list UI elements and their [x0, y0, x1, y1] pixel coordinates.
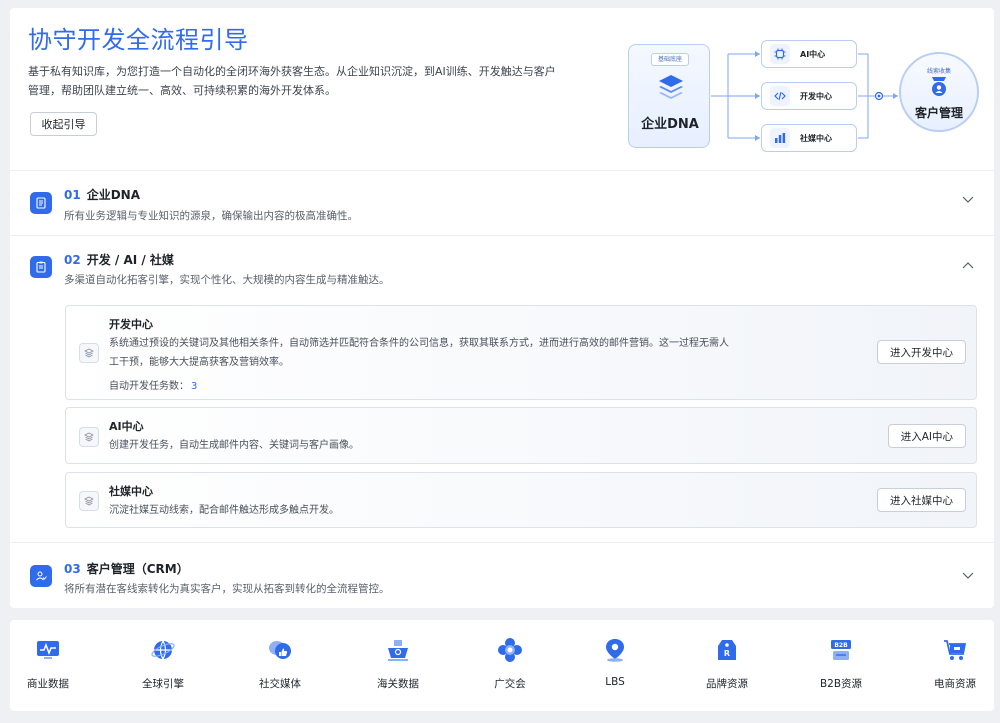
b2b-icon: B2B	[829, 638, 853, 662]
step-title: 03 客户管理（CRM）	[64, 562, 189, 576]
cart-icon	[943, 638, 967, 662]
sub-description: 沉淀社媒互动线索，配合邮件触达形成多触点开发。	[109, 505, 339, 516]
clipboard-icon	[30, 256, 52, 278]
hub-label: AI中心	[800, 49, 826, 59]
tool-label: 品牌资源	[706, 678, 748, 690]
sub-title: AI中心	[109, 420, 144, 433]
tool-lbs[interactable]: LBS	[565, 620, 665, 711]
tool-brand-resources[interactable]: R 品牌资源	[677, 620, 777, 711]
chevron-down-icon[interactable]	[962, 569, 974, 583]
globe-icon	[151, 638, 175, 662]
layers-icon	[79, 491, 99, 511]
sub-ai-center: AI中心 创建开发任务，自动生成邮件内容、关键词与客户画像。 进入AI中心	[65, 407, 977, 464]
sub-title: 开发中心	[109, 318, 153, 331]
svg-text:B2B: B2B	[834, 642, 848, 649]
tool-social-media[interactable]: 社交媒体	[230, 620, 330, 711]
guide-panel: 协守开发全流程引导 基于私有知识库，为您打造一个自动化的全闭环海外获客生态。从企…	[10, 8, 994, 608]
chevron-down-icon[interactable]	[962, 193, 974, 207]
tool-label: LBS	[605, 676, 625, 688]
bar-chart-icon	[770, 128, 790, 148]
sub-title: 社媒中心	[109, 485, 153, 498]
step-title: 01 企业DNA	[64, 188, 140, 202]
user-shield-icon	[929, 76, 949, 98]
layers-icon	[657, 73, 685, 107]
hub-label: 社媒中心	[800, 133, 832, 143]
step-dev-ai-social: 02 开发 / AI / 社媒 多渠道自动化拓客引擎，实现个性化、大规模的内容生成…	[10, 236, 994, 542]
enterprise-dna-node: 基础底座 企业DNA	[628, 44, 710, 148]
document-icon	[30, 192, 52, 214]
sub-description: 创建开发任务，自动生成邮件内容、关键词与客户画像。	[109, 440, 359, 451]
layers-icon	[79, 343, 99, 363]
enter-dev-center-button[interactable]: 进入开发中心	[877, 340, 966, 364]
sub-dev-center: 开发中心 系统通过预设的关键词及其他相关条件，自动筛选并匹配符合条件的公司信息，…	[65, 305, 977, 400]
chevron-up-icon[interactable]	[962, 258, 974, 272]
crm-node: 线索收集 客户管理	[899, 52, 979, 132]
dna-tag: 基础底座	[651, 53, 689, 66]
map-pin-icon	[603, 638, 627, 662]
step-enterprise-dna[interactable]: 01 企业DNA 所有业务逻辑与专业知识的源泉，确保输出内容的极高准确性。	[10, 171, 994, 235]
tool-label: 社交媒体	[259, 678, 301, 690]
svg-text:R: R	[724, 649, 730, 658]
step-title[interactable]: 02 开发 / AI / 社媒	[64, 251, 174, 268]
tool-customs-data[interactable]: 海关数据	[348, 620, 448, 711]
hub-label: 开发中心	[800, 91, 832, 101]
cargo-ship-icon	[386, 638, 410, 662]
hub-social-center: 社媒中心	[761, 124, 857, 152]
chat-like-icon	[268, 638, 292, 662]
collapse-guide-button[interactable]: 收起引导	[30, 112, 97, 136]
step-description: 多渠道自动化拓客引擎，实现个性化、大规模的内容生成与精准触达。	[64, 274, 390, 286]
step-crm[interactable]: 03 客户管理（CRM） 将所有潜在客线索转化为真实客户，实现从拓客到转化的全流程…	[10, 543, 994, 607]
tool-b2b-resources[interactable]: B2B B2B资源	[791, 620, 891, 711]
hero-description: 基于私有知识库，为您打造一个自动化的全闭环海外获客生态。从企业知识沉淀，到AI训…	[28, 65, 556, 97]
sub-social-center: 社媒中心 沉淀社媒互动线索，配合邮件触达形成多触点开发。 进入社媒中心	[65, 472, 977, 528]
tool-label: 电商资源	[934, 678, 976, 690]
sub-description: 系统通过预设的关键词及其他相关条件，自动筛选并匹配符合条件的公司信息，获取其联系…	[109, 338, 729, 368]
enter-ai-center-button[interactable]: 进入AI中心	[887, 424, 966, 448]
tool-label: 广交会	[494, 678, 526, 690]
tool-label: 全球引擎	[142, 678, 184, 690]
flow-diagram: 基础底座 企业DNA AI中心 开发中心 社媒中心 线索收集 客户管理	[628, 36, 990, 160]
hub-ai-center: AI中心	[761, 40, 857, 68]
step-description: 将所有潜在客线索转化为真实客户，实现从拓客到转化的全流程管控。	[64, 583, 390, 595]
step-description: 所有业务逻辑与专业知识的源泉，确保输出内容的极高准确性。	[64, 210, 358, 222]
code-icon	[770, 86, 790, 106]
resource-toolbar: 商业数据 全球引擎 社交媒体 海关数据 广交会 LBS R 品牌资源 B2B B…	[10, 620, 994, 711]
tool-business-data[interactable]: 商业数据	[0, 620, 98, 711]
tool-canton-fair[interactable]: 广交会	[460, 620, 560, 711]
monitor-chart-icon	[36, 638, 60, 662]
page-title: 协守开发全流程引导	[28, 26, 249, 54]
enter-social-center-button[interactable]: 进入社媒中心	[877, 488, 966, 512]
tool-label: 海关数据	[377, 678, 419, 690]
dna-name: 企业DNA	[641, 117, 699, 132]
user-group-icon	[30, 565, 52, 587]
flower-icon	[498, 638, 522, 662]
tool-ecommerce-resources[interactable]: 电商资源	[905, 620, 1000, 711]
task-count: 自动开发任务数： 3	[109, 381, 198, 392]
layers-icon	[79, 427, 99, 447]
tag-icon: R	[715, 638, 739, 662]
tool-label: 商业数据	[27, 678, 69, 690]
tool-label: B2B资源	[819, 678, 863, 690]
tool-global-engine[interactable]: 全球引擎	[113, 620, 213, 711]
chip-icon	[770, 44, 790, 64]
crm-name: 客户管理	[914, 106, 963, 120]
hub-dev-center: 开发中心	[761, 82, 857, 110]
crm-tag: 线索收集	[926, 68, 951, 75]
